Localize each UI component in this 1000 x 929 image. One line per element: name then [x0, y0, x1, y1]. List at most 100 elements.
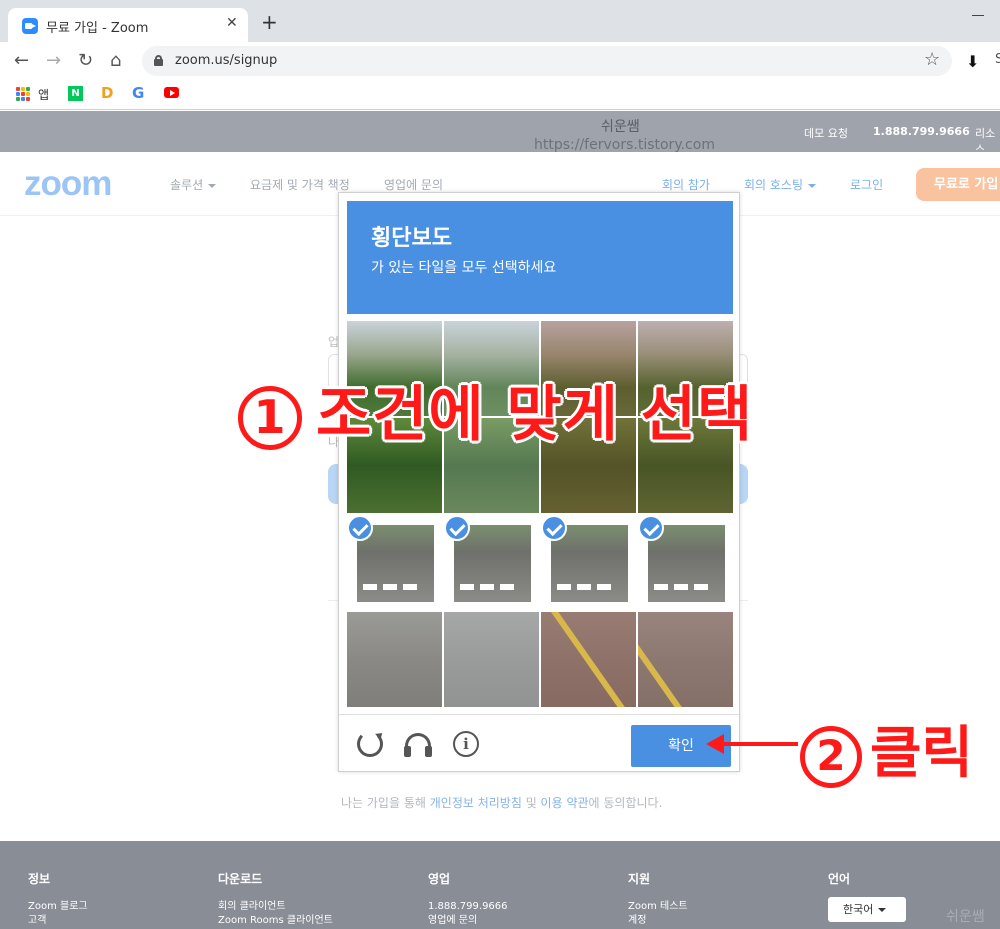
crosswalk-stripe	[597, 584, 611, 590]
window-minimize-button[interactable]	[972, 5, 986, 19]
footer-link[interactable]: Zoom 블로그	[28, 900, 88, 914]
reload-challenge-icon[interactable]	[357, 731, 383, 757]
demo-request-link[interactable]: 데모 요청	[804, 125, 848, 141]
chevron-down-icon	[208, 183, 217, 188]
left-arrow-icon	[706, 734, 798, 754]
tab-close-icon[interactable]: ✕	[226, 15, 238, 31]
watermark-title: 쉬운쌤	[601, 119, 640, 135]
google-icon[interactable]: G	[132, 84, 144, 102]
captcha-tile[interactable]	[638, 515, 733, 610]
footer-link[interactable]: Zoom 테스트	[628, 900, 688, 914]
privacy-policy-link[interactable]: 개인정보 처리방침	[430, 796, 522, 810]
step1-number: 1	[238, 386, 302, 451]
zoom-logo[interactable]: zoom	[24, 164, 112, 204]
terms-link[interactable]: 이용 약관	[541, 796, 589, 810]
extension-icon[interactable]: ⬇	[966, 52, 979, 71]
footer-heading: 영업	[428, 872, 451, 886]
recaptcha-title: 횡단보도	[371, 226, 452, 251]
checkmark-icon	[541, 515, 567, 541]
captcha-tile[interactable]	[444, 612, 539, 707]
checkmark-icon	[638, 515, 664, 541]
watermark-url: https://fervors.tistory.com	[534, 137, 715, 153]
join-meeting-link[interactable]: 회의 참가	[662, 176, 710, 193]
headphones-icon[interactable]	[404, 733, 432, 757]
crosswalk-stripe	[363, 584, 377, 590]
footer-heading: 지원	[628, 872, 651, 886]
footer-heading: 정보	[28, 872, 51, 886]
footer-col-sales: 영업 1.888.799.9666 영업에 문의	[428, 870, 508, 928]
solutions-menu[interactable]: 솔루션	[170, 176, 217, 193]
url-text[interactable]: zoom.us/signup	[175, 53, 277, 68]
crosswalk-stripe	[557, 584, 571, 590]
crosswalk-stripe	[500, 584, 514, 590]
step1-text: 조건에 맞게 선택	[316, 380, 754, 450]
checkmark-icon	[444, 515, 470, 541]
forward-arrow-icon[interactable]: →	[46, 50, 61, 72]
apps-grid-icon[interactable]	[16, 87, 30, 101]
profile-menu-label[interactable]: S	[995, 52, 1000, 67]
language-select[interactable]: 한국어	[828, 897, 906, 922]
home-icon[interactable]: ⌂	[110, 50, 121, 72]
login-link[interactable]: 로그인	[850, 176, 883, 193]
footer-link[interactable]: 1.888.799.9666	[428, 900, 508, 914]
phone-link[interactable]: 1.888.799.9666	[873, 125, 970, 138]
back-arrow-icon[interactable]: ←	[14, 50, 29, 72]
new-tab-button[interactable]: +	[261, 12, 278, 32]
recaptcha-instruction: 가 있는 타일을 모두 선택하세요	[371, 260, 557, 276]
step2-text: 클릭	[870, 721, 974, 786]
footer-link[interactable]: 영업에 문의	[428, 914, 508, 928]
footer-heading: 다운로드	[218, 872, 263, 886]
naver-icon[interactable]: N	[68, 86, 83, 101]
address-bar[interactable]: zoom.us/signup ☆	[142, 46, 952, 76]
captcha-tile[interactable]	[541, 515, 636, 610]
footer-link[interactable]: Zoom Rooms 클라이언트	[218, 914, 333, 928]
host-meeting-menu[interactable]: 회의 호스팅	[744, 176, 817, 193]
crosswalk-stripe	[694, 584, 708, 590]
consent-prefix: 나는 가입을 통해	[341, 796, 430, 810]
signup-button[interactable]: 무료로 가입	[916, 168, 1000, 201]
browser-toolbar: ← → ↻ ⌂ zoom.us/signup ☆	[0, 42, 1000, 80]
lock-icon	[154, 55, 163, 66]
bookmarks-bar: 앱 N D G	[0, 80, 1000, 110]
browser-tab[interactable]: 무료 가입 - Zoom ✕	[8, 8, 248, 42]
footer-col-download: 다운로드 회의 클라이언트 Zoom Rooms 클라이언트	[218, 870, 333, 928]
pricing-link[interactable]: 요금제 및 가격 책정	[250, 176, 350, 193]
footer-col-language: 언어	[828, 870, 850, 900]
footer-col-about: 정보 Zoom 블로그 고객	[28, 870, 88, 928]
crosswalk-stripe	[654, 584, 668, 590]
youtube-icon[interactable]	[164, 87, 179, 98]
captcha-tile[interactable]	[347, 515, 442, 610]
consent-and: 및	[521, 796, 541, 810]
zoom-favicon-icon	[22, 18, 38, 34]
chevron-down-icon	[878, 908, 887, 912]
captcha-tile[interactable]	[541, 612, 636, 707]
info-icon[interactable]: i	[453, 731, 479, 757]
consent-text: 나는 가입을 통해 개인정보 처리방침 및 이용 약관에 동의합니다.	[341, 794, 662, 811]
footer-link[interactable]: 고객	[28, 914, 88, 928]
captcha-tile[interactable]	[347, 612, 442, 707]
footer-link[interactable]: 회의 클라이언트	[218, 900, 333, 914]
crosswalk-stripe	[480, 584, 494, 590]
bookmark-star-icon[interactable]: ☆	[924, 49, 940, 70]
footer-link[interactable]: 계정	[628, 914, 688, 928]
crosswalk-stripe	[383, 584, 397, 590]
annotation-step2: 2 클릭	[800, 708, 973, 789]
footer-heading: 언어	[828, 872, 851, 886]
apps-label[interactable]: 앱	[38, 86, 49, 103]
captcha-tile[interactable]	[638, 612, 733, 707]
annotation-step1: 1 조건에 맞게 선택	[238, 366, 753, 453]
checkmark-icon	[347, 515, 373, 541]
consent-suffix: 에 동의합니다.	[588, 796, 663, 810]
captcha-tile[interactable]	[444, 515, 539, 610]
road-line	[551, 612, 636, 707]
recaptcha-dialog: 횡단보도 가 있는 타일을 모두 선택하세요 i 확인	[338, 192, 740, 772]
sales-contact-link[interactable]: 영업에 문의	[384, 176, 443, 193]
zoom-top-bar: 데모 요청 1.888.799.9666 리소스	[0, 111, 1000, 156]
footer-col-support: 지원 Zoom 테스트 계정	[628, 870, 688, 928]
daum-icon[interactable]: D	[101, 84, 113, 102]
crosswalk-stripe	[460, 584, 474, 590]
reload-icon[interactable]: ↻	[78, 50, 93, 72]
solutions-label: 솔루션	[170, 178, 204, 192]
chevron-down-icon	[808, 183, 817, 188]
recaptcha-header: 횡단보도 가 있는 타일을 모두 선택하세요	[347, 201, 733, 314]
